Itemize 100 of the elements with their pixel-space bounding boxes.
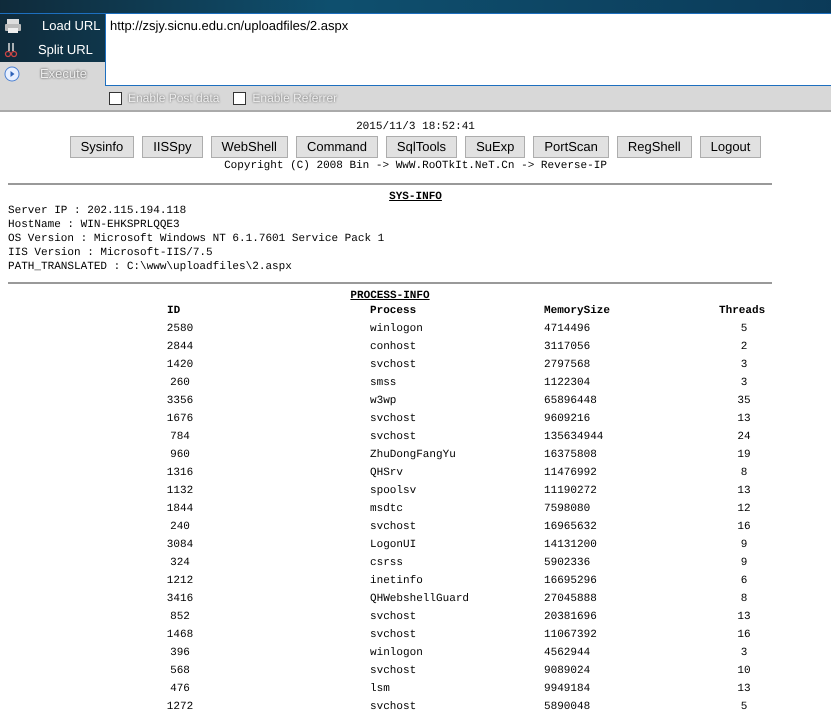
table-cell: 13: [737, 485, 751, 497]
table-cell: 65896448: [544, 395, 597, 407]
table-cell: 476: [170, 683, 190, 695]
table-cell: 1316: [166, 467, 194, 479]
info-line: Server IP : 202.115.194.118: [8, 204, 188, 218]
table-cell: 5: [740, 323, 748, 335]
table-cell: svchost: [370, 413, 416, 425]
info-line: IIS Version : Microsoft-IIS/7.5: [8, 246, 214, 260]
url-field[interactable]: http://zsjy.sicnu.edu.cn/uploadfiles/2.aspx: [105, 14, 831, 86]
table-cell: svchost: [370, 701, 416, 713]
table-cell: w3wp: [370, 395, 396, 407]
column-header: ID: [167, 305, 180, 317]
table-cell: svchost: [370, 665, 416, 677]
table-cell: 1132: [166, 485, 194, 497]
table-cell: 1420: [166, 359, 194, 371]
table-cell: 8: [740, 467, 748, 479]
table-cell: 396: [170, 647, 190, 659]
table-cell: 10: [737, 665, 751, 677]
table-cell: 19: [737, 449, 751, 461]
checkbox[interactable]: [109, 92, 122, 104]
scissors-icon: [4, 42, 18, 58]
table-cell: csrss: [370, 557, 404, 569]
table-cell: 11067392: [544, 629, 597, 641]
printer-icon: [4, 18, 22, 34]
table-cell: 3356: [166, 395, 194, 407]
table-cell: 11190272: [544, 485, 597, 497]
nav-button[interactable]: PortScan: [533, 136, 609, 158]
nav-button[interactable]: SuExp: [465, 136, 526, 158]
table-cell: 27045888: [544, 593, 597, 605]
info-line: OS Version : Microsoft Windows NT 6.1.7601 Service Pack 1: [8, 232, 386, 246]
table-cell: svchost: [370, 359, 416, 371]
column-header: Threads: [719, 305, 766, 317]
table-cell: 24: [737, 431, 751, 443]
table-cell: 3: [740, 647, 748, 659]
table-cell: 7598080: [544, 503, 590, 515]
table-cell: 16375808: [544, 449, 597, 461]
table-cell: 1676: [166, 413, 194, 425]
table-cell: 5902336: [544, 557, 590, 569]
info-line: PATH_TRANSLATED : C:\www\uploadfiles\2.aspx: [8, 260, 293, 274]
table-cell: 1212: [166, 575, 194, 587]
table-cell: 260: [170, 377, 190, 389]
table-cell: QHSrv: [370, 467, 404, 479]
table-cell: 960: [170, 449, 190, 461]
table-cell: 20381696: [544, 611, 597, 623]
nav-button[interactable]: RegShell: [616, 136, 692, 158]
table-cell: 4562944: [544, 647, 590, 659]
nav-button[interactable]: Logout: [700, 136, 762, 158]
table-cell: 9: [740, 557, 748, 569]
table-cell: 1844: [166, 503, 194, 515]
table-cell: 8: [740, 593, 748, 605]
nav-button[interactable]: Command: [296, 136, 378, 158]
table-cell: 16965632: [544, 521, 597, 533]
section-title: PROCESS-INFO: [350, 290, 430, 302]
nav-button[interactable]: WebShell: [210, 136, 288, 158]
table-cell: 324: [170, 557, 190, 569]
nav-button[interactable]: IISSpy: [142, 136, 203, 158]
table-cell: 13: [737, 611, 751, 623]
table-cell: 16: [737, 629, 751, 641]
table-cell: 2: [740, 341, 748, 353]
table-cell: winlogon: [370, 647, 423, 659]
table-cell: 1122304: [544, 377, 590, 389]
checkbox[interactable]: [233, 92, 246, 104]
table-cell: 9609216: [544, 413, 590, 425]
table-cell: 1468: [166, 629, 194, 641]
table-cell: 14131200: [544, 539, 597, 551]
date-time: 2015/11/3 18:52:41: [355, 120, 476, 134]
table-cell: 135634944: [544, 431, 604, 443]
table-cell: 2844: [166, 341, 194, 353]
table-cell: 35: [737, 395, 751, 407]
table-cell: 3084: [166, 539, 194, 551]
table-cell: QHWebshellGuard: [370, 593, 470, 605]
table-cell: 5890048: [544, 701, 590, 713]
nav-button[interactable]: SqlTools: [386, 136, 458, 158]
table-cell: msdtc: [370, 503, 404, 515]
table-cell: svchost: [370, 521, 416, 533]
table-cell: winlogon: [370, 323, 423, 335]
table-cell: 16695296: [544, 575, 597, 587]
table-cell: smss: [370, 377, 396, 389]
nav-button[interactable]: Sysinfo: [70, 136, 134, 158]
column-header: Process: [370, 305, 416, 317]
copyright-text: Copyright (C) 2008 Bin -> WwW.RoOTkIt.NeT.Cn -> Reverse-IP: [223, 159, 608, 173]
table-cell: 3117056: [544, 341, 590, 353]
table-cell: 9: [740, 539, 748, 551]
table-cell: 2580: [166, 323, 194, 335]
table-cell: 6: [740, 575, 748, 587]
toolbar-action[interactable]: Split URL: [0, 38, 105, 62]
info-line: HostName : WIN-EHKSPRLQQE3: [8, 218, 181, 232]
table-cell: 12: [737, 503, 751, 515]
toolbar-action[interactable]: Execute: [0, 62, 105, 86]
table-cell: svchost: [370, 629, 416, 641]
table-cell: 784: [170, 431, 190, 443]
table-cell: 1272: [166, 701, 194, 713]
table-cell: 4714496: [544, 323, 590, 335]
toolbar-action[interactable]: Load URL: [0, 14, 105, 38]
section-title: SYS-INFO: [389, 191, 442, 203]
table-cell: 9949184: [544, 683, 590, 695]
table-cell: 16: [737, 521, 751, 533]
table-cell: LogonUI: [370, 539, 416, 551]
table-cell: 3: [740, 359, 748, 371]
table-cell: lsm: [370, 683, 390, 695]
